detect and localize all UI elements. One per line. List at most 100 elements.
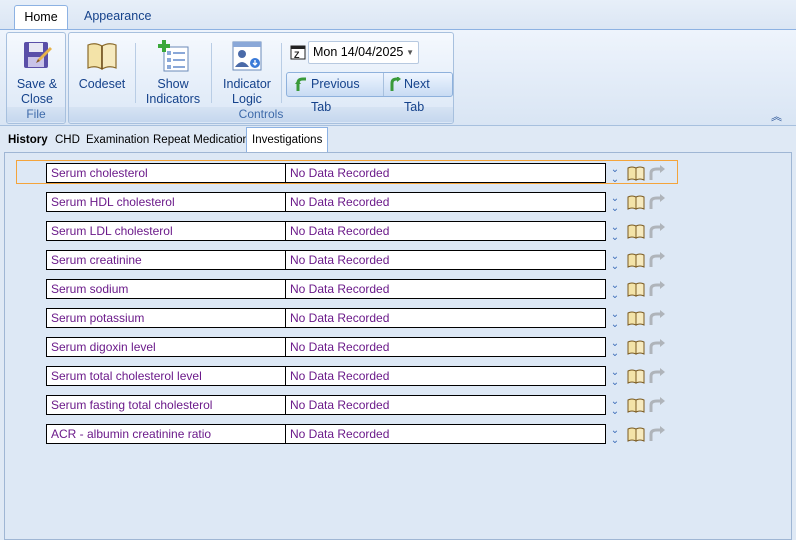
show-indicators-label-1: Show: [157, 77, 189, 91]
tab-examination[interactable]: Examination: [82, 129, 153, 151]
refer-arrow-icon[interactable]: [647, 397, 667, 413]
separator: [281, 43, 282, 103]
investigation-name[interactable]: Serum HDL cholesterol: [46, 192, 286, 212]
investigation-value[interactable]: No Data Recorded: [286, 163, 606, 183]
investigation-value[interactable]: No Data Recorded: [286, 192, 606, 212]
svg-text:Z: Z: [294, 50, 300, 60]
show-indicators-button[interactable]: Show Indicators: [141, 36, 205, 110]
book-icon[interactable]: [627, 252, 645, 268]
previous-arrow-icon: [295, 77, 306, 91]
save-close-label-1: Save &: [16, 77, 58, 91]
table-row[interactable]: Serum HDL cholesterol No Data Recorded ⌄ ⌄: [46, 192, 672, 214]
expand-chevron-icon[interactable]: ⌄ ⌄: [609, 165, 621, 185]
investigation-name[interactable]: Serum cholesterol: [46, 163, 286, 183]
expand-chevron-icon[interactable]: ⌄ ⌄: [609, 368, 621, 388]
investigation-name[interactable]: Serum creatinine: [46, 250, 286, 270]
show-indicators-icon: [158, 40, 189, 72]
investigation-name[interactable]: Serum potassium: [46, 308, 286, 328]
content-tab-strip: History CHD Examination Repeat Medicatio…: [0, 126, 796, 153]
expand-chevron-icon[interactable]: ⌄ ⌄: [609, 223, 621, 243]
date-picker[interactable]: Mon 14/04/2025 ▼: [308, 41, 419, 64]
codeset-label: Codeset: [78, 77, 126, 91]
tab-history[interactable]: History: [4, 129, 52, 151]
save-close-label-2: Close: [21, 92, 53, 106]
investigation-name[interactable]: ACR - albumin creatinine ratio: [46, 424, 286, 444]
investigation-value[interactable]: No Data Recorded: [286, 424, 606, 444]
refer-arrow-icon[interactable]: [647, 310, 667, 326]
investigation-name[interactable]: Serum sodium: [46, 279, 286, 299]
investigation-value[interactable]: No Data Recorded: [286, 308, 606, 328]
book-icon[interactable]: [627, 165, 645, 181]
separator: [135, 43, 136, 103]
file-group: Save & Close File: [6, 32, 66, 124]
codeset-button[interactable]: Codeset: [73, 36, 131, 110]
separator: [211, 43, 212, 103]
investigation-name[interactable]: Serum LDL cholesterol: [46, 221, 286, 241]
refer-arrow-icon[interactable]: [647, 194, 667, 210]
investigation-name[interactable]: Serum digoxin level: [46, 337, 286, 357]
expand-chevron-icon[interactable]: ⌄ ⌄: [609, 281, 621, 301]
chevron-down-icon[interactable]: ▼: [406, 42, 414, 63]
refer-arrow-icon[interactable]: [647, 223, 667, 239]
table-row[interactable]: Serum fasting total cholesterol No Data R…: [46, 395, 672, 417]
table-row[interactable]: Serum cholesterol No Data Recorded ⌄ ⌄: [46, 163, 672, 185]
book-icon[interactable]: [627, 194, 645, 210]
tab-home[interactable]: Home: [14, 5, 68, 30]
tab-investigations[interactable]: Investigations: [246, 127, 329, 152]
investigation-name[interactable]: Serum total cholesterol level: [46, 366, 286, 386]
next-arrow-icon: [390, 77, 401, 91]
refer-arrow-icon[interactable]: [647, 165, 667, 181]
tab-repeat-medication[interactable]: Repeat Medication: [149, 129, 253, 151]
tab-chd[interactable]: CHD: [51, 129, 84, 151]
save-icon: [24, 42, 52, 68]
expand-chevron-icon[interactable]: ⌄ ⌄: [609, 194, 621, 214]
table-row[interactable]: Serum potassium No Data Recorded ⌄ ⌄: [46, 308, 672, 330]
book-icon[interactable]: [627, 310, 645, 326]
file-group-label: File: [7, 107, 65, 122]
book-icon[interactable]: [627, 397, 645, 413]
table-row[interactable]: Serum creatinine No Data Recorded ⌄ ⌄: [46, 250, 672, 272]
ribbon: Save & Close File Codeset Show Indicator…: [0, 29, 796, 126]
refer-arrow-icon[interactable]: [647, 368, 667, 384]
table-row[interactable]: Serum total cholesterol level No Data Rec…: [46, 366, 672, 388]
refer-arrow-icon[interactable]: [647, 339, 667, 355]
ribbon-tab-strip: Home Appearance: [0, 0, 796, 30]
investigation-value[interactable]: No Data Recorded: [286, 366, 606, 386]
show-indicators-label-2: Indicators: [145, 92, 201, 106]
indicator-logic-button[interactable]: Indicator Logic: [217, 36, 277, 110]
controls-group-label: Controls: [69, 107, 453, 122]
table-row[interactable]: ACR - albumin creatinine ratio No Data Re…: [46, 424, 672, 446]
investigation-value[interactable]: No Data Recorded: [286, 337, 606, 357]
expand-chevron-icon[interactable]: ⌄ ⌄: [609, 252, 621, 272]
book-icon[interactable]: [627, 339, 645, 355]
indicator-logic-label-2: Logic: [232, 92, 262, 106]
book-icon[interactable]: [627, 223, 645, 239]
book-icon[interactable]: [627, 368, 645, 384]
expand-chevron-icon[interactable]: ⌄ ⌄: [609, 426, 621, 446]
table-row[interactable]: Serum sodium No Data Recorded ⌄ ⌄: [46, 279, 672, 301]
save-close-button[interactable]: Save & Close: [9, 36, 65, 110]
refer-arrow-icon[interactable]: [647, 281, 667, 297]
table-row[interactable]: Serum digoxin level No Data Recorded ⌄ ⌄: [46, 337, 672, 359]
next-tab-button[interactable]: Next Tab: [383, 73, 451, 114]
refer-arrow-icon[interactable]: [647, 426, 667, 442]
tab-appearance[interactable]: Appearance: [74, 5, 161, 30]
book-icon[interactable]: [627, 281, 645, 297]
collapse-ribbon-icon[interactable]: ︽: [771, 108, 782, 124]
expand-chevron-icon[interactable]: ⌄ ⌄: [609, 397, 621, 417]
investigation-value[interactable]: No Data Recorded: [286, 221, 606, 241]
book-icon: [87, 43, 117, 71]
previous-tab-button[interactable]: Previous Tab: [291, 73, 379, 114]
tab-navigation: Previous Tab Next Tab: [286, 72, 453, 114]
investigation-value[interactable]: No Data Recorded: [286, 395, 606, 415]
expand-chevron-icon[interactable]: ⌄ ⌄: [609, 310, 621, 330]
refer-arrow-icon[interactable]: [647, 252, 667, 268]
investigation-name[interactable]: Serum fasting total cholesterol: [46, 395, 286, 415]
date-value: Mon 14/04/2025: [313, 45, 404, 59]
investigation-value[interactable]: No Data Recorded: [286, 279, 606, 299]
calendar-icon: Z: [290, 45, 306, 60]
expand-chevron-icon[interactable]: ⌄ ⌄: [609, 339, 621, 359]
table-row[interactable]: Serum LDL cholesterol No Data Recorded ⌄ ⌄: [46, 221, 672, 243]
book-icon[interactable]: [627, 426, 645, 442]
investigation-value[interactable]: No Data Recorded: [286, 250, 606, 270]
